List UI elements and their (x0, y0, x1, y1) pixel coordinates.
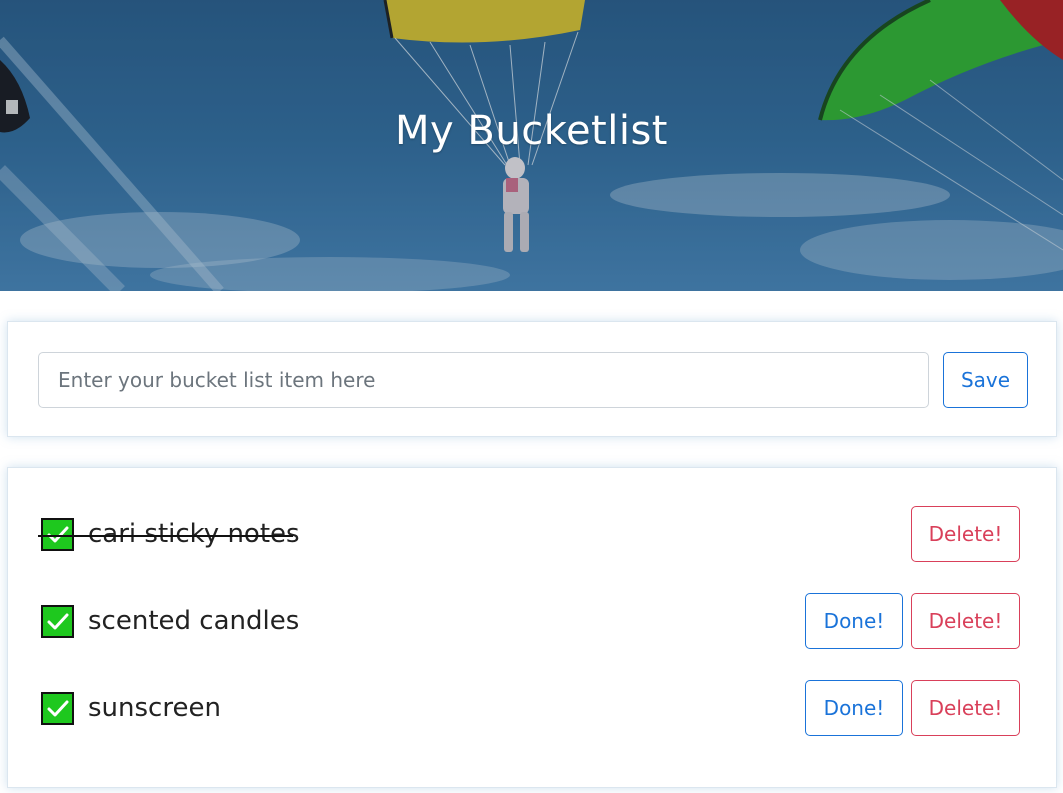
list-item-text: sunscreen (88, 693, 221, 723)
list-item: sunscreen Done! Delete! (8, 680, 1058, 736)
checkmark-icon[interactable] (41, 692, 74, 725)
strikethrough-line (38, 535, 293, 537)
delete-button[interactable]: Delete! (911, 506, 1020, 562)
hero-banner: My Bucketlist (0, 0, 1063, 291)
checkmark-icon[interactable] (41, 605, 74, 638)
list-item-text: scented candles (88, 606, 300, 636)
list-item: cari sticky notes Delete! (8, 506, 1058, 562)
save-button[interactable]: Save (943, 352, 1028, 408)
delete-button[interactable]: Delete! (911, 680, 1020, 736)
add-item-form: Save (7, 321, 1057, 437)
list-item: scented candles Done! Delete! (8, 593, 1058, 649)
done-button[interactable]: Done! (805, 593, 903, 649)
delete-button[interactable]: Delete! (911, 593, 1020, 649)
page-title: My Bucketlist (395, 108, 668, 154)
list-item-text: cari sticky notes (88, 519, 300, 549)
bucket-item-input[interactable] (38, 352, 929, 408)
bucket-list: cari sticky notes Delete! scented candle… (7, 467, 1057, 788)
done-button[interactable]: Done! (805, 680, 903, 736)
